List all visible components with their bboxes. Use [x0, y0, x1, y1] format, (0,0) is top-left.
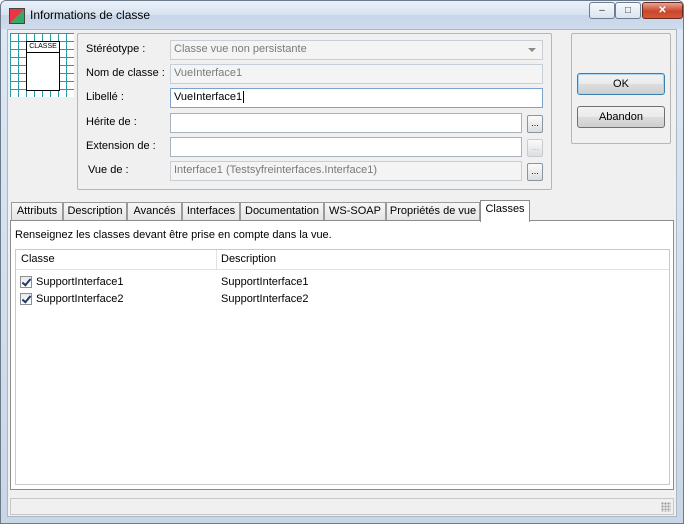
stereotype-select[interactable]: Classe vue non persistante	[170, 40, 543, 60]
stereotype-label: Stéréotype :	[86, 43, 146, 55]
maximize-button[interactable]: □	[615, 2, 641, 19]
row-description: SupportInterface2	[221, 293, 309, 305]
extension-browse-button[interactable]: ...	[527, 139, 543, 157]
tab-ws-soap[interactable]: WS-SOAP	[324, 202, 386, 220]
dialog-client-area: CLASSE Stéréotype : Classe vue non persi…	[7, 29, 677, 517]
classes-list-header: Classe Description	[16, 250, 669, 270]
column-divider[interactable]	[216, 250, 217, 269]
status-bar	[10, 498, 674, 515]
classes-hint-text: Renseignez les classes devant être prise…	[15, 229, 332, 241]
classes-list[interactable]: Classe Description SupportInterface1 Sup…	[15, 249, 670, 485]
class-properties-group: Stéréotype : Classe vue non persistante …	[77, 33, 552, 190]
window-title: Informations de classe	[30, 8, 151, 22]
view-of-browse-button[interactable]: ...	[527, 163, 543, 181]
close-icon: ✕	[658, 5, 667, 16]
column-header-classe[interactable]: Classe	[21, 253, 55, 265]
tab-avances[interactable]: Avancés	[127, 202, 182, 220]
tab-description[interactable]: Description	[63, 202, 127, 220]
tab-interfaces[interactable]: Interfaces	[182, 202, 240, 220]
extension-label: Extension de :	[86, 140, 156, 152]
app-icon	[9, 8, 25, 24]
maximize-icon: □	[624, 5, 632, 16]
tab-proprietes-de-vue[interactable]: Propriétés de vue	[386, 202, 480, 220]
class-diagram-icon: CLASSE	[10, 33, 74, 97]
column-header-description[interactable]: Description	[221, 253, 276, 265]
table-row[interactable]: SupportInterface1 SupportInterface1	[16, 274, 669, 291]
classes-tab-panel: Renseignez les classes devant être prise…	[10, 220, 674, 490]
stereotype-value: Classe vue non persistante	[174, 43, 307, 55]
tab-attributs[interactable]: Attributs	[11, 202, 63, 220]
minimize-icon: –	[599, 5, 605, 16]
row-checkbox[interactable]	[20, 293, 32, 305]
cancel-button[interactable]: Abandon	[577, 106, 665, 128]
view-of-label: Vue de :	[88, 164, 129, 176]
tab-documentation[interactable]: Documentation	[240, 202, 324, 220]
row-description: SupportInterface1	[221, 276, 309, 288]
title-bar[interactable]: Informations de classe – □ ✕	[1, 1, 683, 29]
row-class-name: SupportInterface2	[36, 293, 124, 305]
class-shape-label: CLASSE	[27, 42, 59, 53]
table-row[interactable]: SupportInterface2 SupportInterface2	[16, 291, 669, 308]
resize-grip-icon[interactable]	[661, 502, 671, 512]
caption-label: Libellé :	[86, 91, 124, 103]
inherits-field[interactable]	[170, 113, 522, 133]
close-button[interactable]: ✕	[642, 2, 683, 19]
view-of-field[interactable]: Interface1 (Testsyfreinterfaces.Interfac…	[170, 161, 522, 181]
tab-classes[interactable]: Classes	[480, 200, 530, 222]
inherits-browse-button[interactable]: ...	[527, 115, 543, 133]
caption-field[interactable]: VueInterface1	[170, 88, 543, 108]
row-checkbox[interactable]	[20, 276, 32, 288]
class-name-label: Nom de classe :	[86, 67, 165, 79]
class-shape: CLASSE	[26, 41, 60, 91]
row-class-name: SupportInterface1	[36, 276, 124, 288]
class-name-field[interactable]: VueInterface1	[170, 64, 543, 84]
caption-value: VueInterface1	[174, 91, 243, 103]
extension-field[interactable]	[170, 137, 522, 157]
dialog-window: Informations de classe – □ ✕ CLASSE Stér…	[0, 0, 684, 524]
inherits-label: Hérite de :	[86, 116, 137, 128]
minimize-button[interactable]: –	[589, 2, 615, 19]
chevron-down-icon	[528, 48, 536, 52]
ok-button[interactable]: OK	[577, 73, 665, 95]
